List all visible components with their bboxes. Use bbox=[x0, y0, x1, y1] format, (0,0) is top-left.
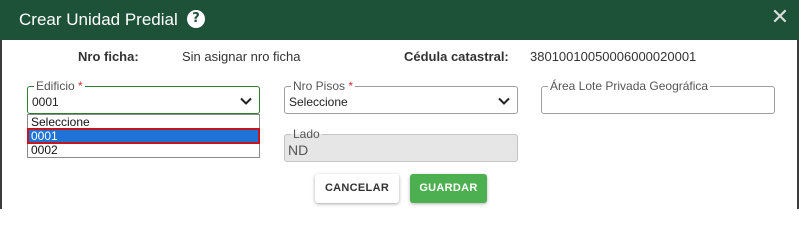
edificio-option-0002[interactable]: 0002 bbox=[28, 143, 259, 157]
dialog-left-border bbox=[0, 40, 2, 209]
nro-ficha-value: Sin asignar nro ficha bbox=[182, 49, 301, 64]
question-circle-icon[interactable]: ? bbox=[187, 10, 205, 28]
dialog-title: Crear Unidad Predial bbox=[19, 10, 178, 29]
edificio-option-seleccione[interactable]: Seleccione bbox=[28, 115, 259, 129]
dialog-header: Crear Unidad Predial ? ✕ bbox=[0, 0, 799, 40]
cedula-catastral-value: 3801001005000600002000​1 bbox=[530, 49, 697, 64]
nro-pisos-label: Nro Pisos * bbox=[291, 79, 356, 93]
edificio-dropdown-list: Seleccione 0001 0002 bbox=[27, 114, 260, 158]
edificio-label: Edificio * bbox=[34, 79, 85, 93]
close-icon[interactable]: ✕ bbox=[769, 7, 791, 29]
edificio-select[interactable]: Edificio * 0001 bbox=[27, 79, 260, 114]
edificio-value: 0001 bbox=[32, 95, 59, 109]
lado-field: Lado ND bbox=[284, 127, 518, 162]
nro-ficha-label: Nro ficha: bbox=[78, 49, 139, 64]
area-lote-privada-input[interactable]: Área Lote Privada Geográfica bbox=[541, 79, 775, 114]
area-lote-privada-label: Área Lote Privada Geográfica bbox=[548, 79, 711, 93]
save-button[interactable]: GUARDAR bbox=[410, 174, 487, 203]
chevron-down-icon bbox=[498, 97, 510, 105]
cancel-button[interactable]: CANCELAR bbox=[315, 174, 399, 203]
nro-pisos-select[interactable]: Nro Pisos * Seleccione bbox=[284, 79, 518, 114]
cedula-catastral-label: Cédula catastral: bbox=[404, 49, 509, 64]
lado-label: Lado bbox=[291, 127, 322, 141]
lado-value: ND bbox=[288, 142, 309, 158]
chevron-down-icon bbox=[240, 97, 252, 105]
nro-pisos-value: Seleccione bbox=[289, 95, 348, 109]
edificio-option-0001[interactable]: 0001 bbox=[27, 128, 260, 144]
